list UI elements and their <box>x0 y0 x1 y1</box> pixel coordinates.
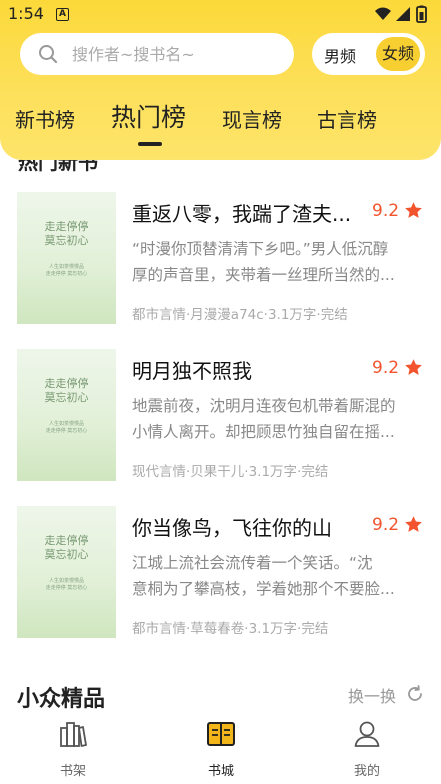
cover-small-line: 走走停停 莫忘初心 <box>45 428 88 434</box>
book-item[interactable]: 走走停停 莫忘初心 人生如茶慢慢品 走走停停 莫忘初心 你当像鸟，飞往你的山 9.2… <box>0 506 441 646</box>
nav-bookshelf[interactable]: 书架 <box>28 720 118 780</box>
search-box[interactable] <box>20 33 294 75</box>
cover-title-line: 莫忘初心 <box>44 234 89 247</box>
book-description: 江城上流社会流传着一个笑话。“沈 意桐为了攀高枝，学着她那个不要脸... <box>132 550 420 602</box>
nav-profile[interactable]: 我的 <box>322 720 412 780</box>
book-description: 地震前夜，沈明月连夜包机带着厮混的 小情人离开。却把顾思竹独自留在摇... <box>132 393 420 445</box>
book-desc-line: 厚的声音里，夹带着一丝理所当然的... <box>132 266 395 284</box>
book-meta: 都市言情·草莓春卷·3.1万字·完结 <box>132 621 329 637</box>
refresh-icon <box>408 685 422 701</box>
cover-title-line: 走走停停 <box>44 377 89 390</box>
search-icon <box>39 45 58 64</box>
tab-new-books[interactable]: 新书榜 <box>15 104 75 133</box>
notification-a-icon: A <box>56 8 69 21</box>
tab-ancient-romance[interactable]: 古言榜 <box>317 104 377 133</box>
star-icon <box>405 202 422 218</box>
status-icons <box>375 5 427 23</box>
cover-title-line: 莫忘初心 <box>44 391 89 404</box>
bookshelf-icon <box>60 722 87 747</box>
nav-label: 书架 <box>59 764 86 779</box>
book-open-icon <box>207 722 235 746</box>
star-icon <box>405 516 422 532</box>
book-meta: 都市言情·月漫漫a74c·3.1万字·完结 <box>132 307 348 323</box>
book-meta: 现代言情·贝果干儿·3.1万字·完结 <box>132 464 329 480</box>
header: 1:54 A 男频 女频 新书榜 热门榜 现言榜 古言榜 <box>0 0 441 160</box>
book-score: 9.2 <box>372 515 400 535</box>
cover-title-line: 走走停停 <box>44 534 89 547</box>
gender-female-option[interactable]: 女频 <box>376 37 420 71</box>
book-score: 9.2 <box>372 201 400 221</box>
nav-bookstore[interactable]: 书城 <box>176 720 266 780</box>
book-desc-line: 地震前夜，沈明月连夜包机带着厮混的 <box>132 397 396 415</box>
section-title: 小众精品 <box>17 687 106 712</box>
cover-small-line: 走走停停 莫忘初心 <box>45 585 88 591</box>
status-bar: 1:54 A <box>0 0 441 30</box>
book-desc-line: 江城上流社会流传着一个笑话。“沈 <box>132 554 373 572</box>
search-input[interactable] <box>72 33 282 75</box>
tab-indicator <box>138 142 162 146</box>
refresh-button[interactable]: 换一换 <box>348 683 428 706</box>
star-icon <box>405 359 422 375</box>
signal-icon <box>396 7 410 21</box>
gender-male-option[interactable]: 男频 <box>324 43 356 67</box>
book-item[interactable]: 走走停停 莫忘初心 人生如茶慢慢品 走走停停 莫忘初心 明月独不照我 9.2 地震前… <box>0 349 441 489</box>
wifi-icon <box>375 7 391 20</box>
cover-small-line: 人生如茶慢慢品 <box>48 578 84 584</box>
book-title[interactable]: 明月独不照我 <box>132 355 368 384</box>
book-desc-line: 意桐为了攀高枝，学着她那个不要脸... <box>132 580 395 598</box>
gender-toggle[interactable]: 男频 女频 <box>312 33 425 75</box>
book-description: “时漫你顶替清清下乡吧。”男人低沉醇 厚的声音里，夹带着一丝理所当然的... <box>132 236 420 288</box>
cover-title-line: 走走停停 <box>44 220 89 233</box>
user-icon <box>354 721 380 747</box>
cover-small-line: 人生如茶慢慢品 <box>48 421 84 427</box>
nav-label: 我的 <box>353 764 380 779</box>
cover-small-line: 走走停停 莫忘初心 <box>45 271 88 277</box>
book-cover[interactable]: 走走停停 莫忘初心 人生如茶慢慢品 走走停停 莫忘初心 <box>17 192 116 324</box>
status-time: 1:54 <box>8 4 44 23</box>
bottom-nav: 书架 书城 我的 <box>0 712 441 784</box>
book-title[interactable]: 重返八零，我踹了渣夫... <box>132 198 368 227</box>
nav-label: 书城 <box>207 764 234 779</box>
refresh-label: 换一换 <box>348 687 397 706</box>
book-score: 9.2 <box>372 358 400 378</box>
book-desc-line: “时漫你顶替清清下乡吧。”男人低沉醇 <box>132 240 389 258</box>
tab-modern-romance[interactable]: 现言榜 <box>222 104 282 133</box>
cover-small-line: 人生如茶慢慢品 <box>48 264 84 270</box>
rank-tabs: 新书榜 热门榜 现言榜 古言榜 <box>0 98 441 146</box>
book-cover[interactable]: 走走停停 莫忘初心 人生如茶慢慢品 走走停停 莫忘初心 <box>17 349 116 481</box>
cover-title-line: 莫忘初心 <box>44 548 89 561</box>
book-title[interactable]: 你当像鸟，飞往你的山 <box>132 512 368 541</box>
book-cover[interactable]: 走走停停 莫忘初心 人生如茶慢慢品 走走停停 莫忘初心 <box>17 506 116 638</box>
book-item[interactable]: 走走停停 莫忘初心 人生如茶慢慢品 走走停停 莫忘初心 重返八零，我踹了渣夫... … <box>0 192 441 332</box>
tab-hot[interactable]: 热门榜 <box>111 98 186 134</box>
book-desc-line: 小情人离开。却把顾思竹独自留在摇... <box>132 423 395 441</box>
